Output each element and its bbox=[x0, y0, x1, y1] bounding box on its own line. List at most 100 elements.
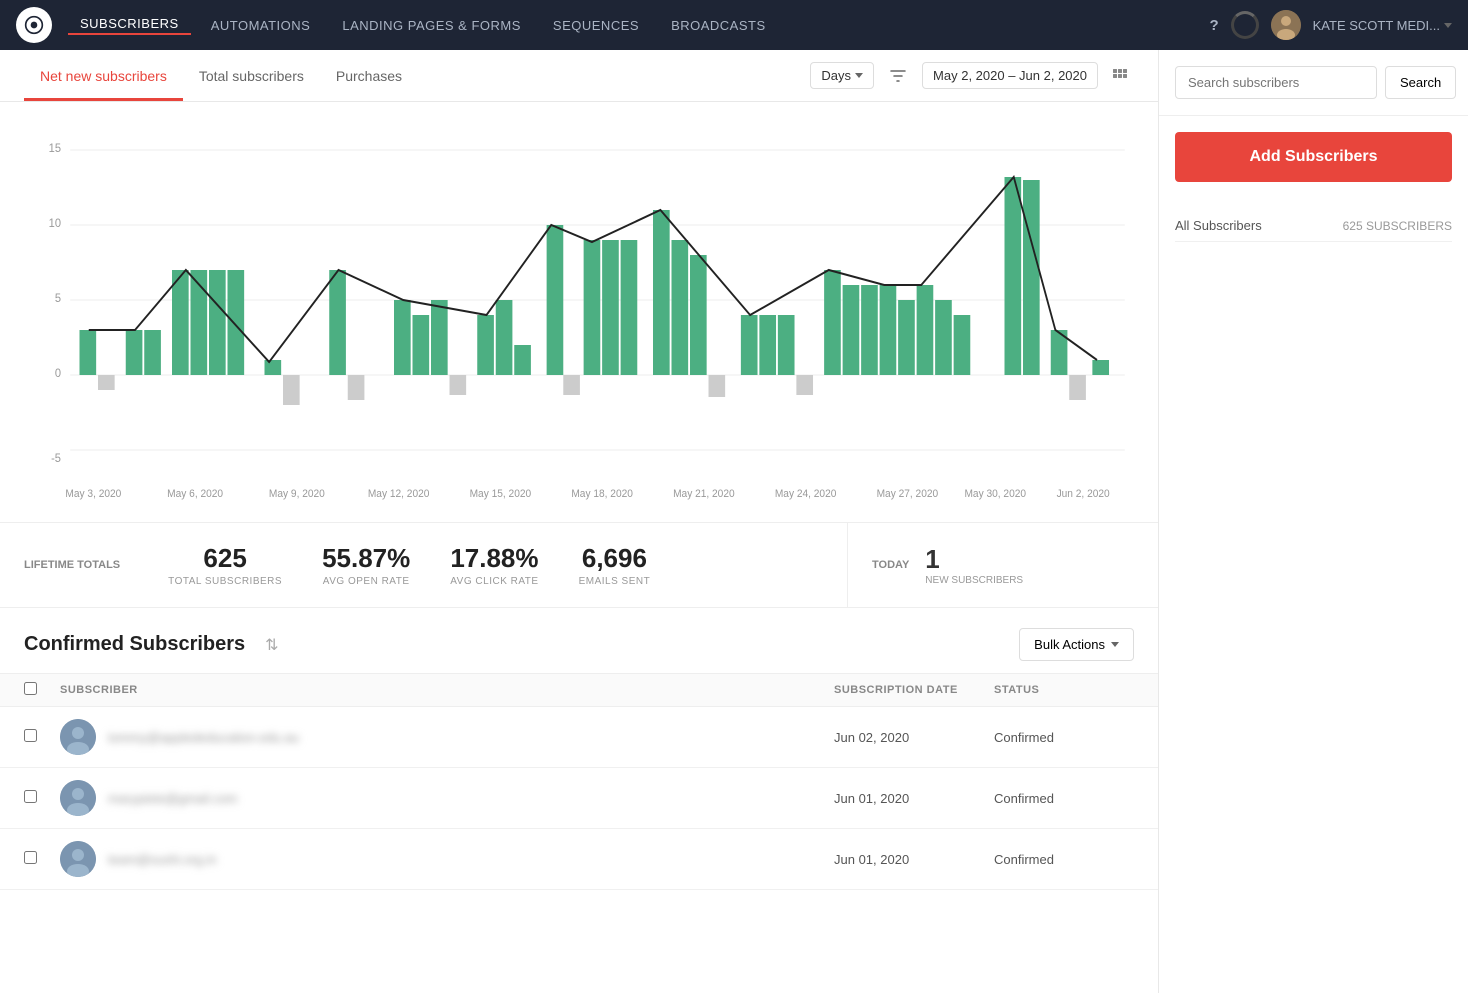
emails-sent-value: 6,696 bbox=[579, 543, 651, 574]
tab-total-subscribers[interactable]: Total subscribers bbox=[183, 50, 320, 101]
date-range-picker[interactable]: May 2, 2020 – Jun 2, 2020 bbox=[922, 62, 1098, 89]
svg-text:May 21, 2020: May 21, 2020 bbox=[673, 488, 735, 500]
today-label: TODAY bbox=[872, 559, 909, 571]
nav-item-landing-pages[interactable]: LANDING PAGES & FORMS bbox=[330, 18, 533, 33]
tabs-controls: Days May 2, 2020 – Jun 2, 2020 bbox=[810, 60, 1134, 92]
row-3-avatar bbox=[60, 841, 96, 877]
svg-text:May 24, 2020: May 24, 2020 bbox=[775, 488, 837, 500]
today-sub-label: NEW SUBSCRIBERS bbox=[925, 575, 1023, 586]
row-1-checkbox[interactable] bbox=[24, 729, 37, 742]
tab-purchases[interactable]: Purchases bbox=[320, 50, 418, 101]
total-subscribers-label: TOTAL SUBSCRIBERS bbox=[168, 576, 282, 587]
lifetime-stats: LIFETIME TOTALS 625 TOTAL SUBSCRIBERS 55… bbox=[0, 523, 848, 607]
search-section: Search bbox=[1159, 50, 1468, 116]
total-subscribers-stat: 625 TOTAL SUBSCRIBERS bbox=[168, 543, 282, 587]
chevron-down-icon bbox=[855, 73, 863, 78]
lifetime-totals-label: LIFETIME TOTALS bbox=[24, 559, 120, 571]
add-subscribers-button[interactable]: Add Subscribers bbox=[1175, 132, 1452, 182]
subscribers-table: Confirmed Subscribers ⇅ Bulk Actions SUB… bbox=[0, 608, 1158, 890]
svg-text:10: 10 bbox=[49, 218, 61, 230]
today-count-section: 1 NEW SUBSCRIBERS bbox=[925, 544, 1023, 586]
svg-text:-5: -5 bbox=[51, 453, 61, 465]
subscriber-col-header: SUBSCRIBER bbox=[60, 684, 834, 696]
row-checkbox-3 bbox=[24, 851, 60, 867]
loading-indicator bbox=[1231, 11, 1259, 39]
date-menu-button[interactable] bbox=[1106, 62, 1134, 90]
table-title: Confirmed Subscribers bbox=[24, 633, 245, 656]
avg-click-rate-stat: 17.88% AVG CLICK RATE bbox=[450, 543, 538, 587]
sort-icon[interactable]: ⇅ bbox=[265, 635, 278, 655]
nav-right: ? KATE SCOTT MEDI... bbox=[1209, 10, 1452, 40]
select-all-checkbox[interactable] bbox=[24, 682, 37, 695]
tabs-bar: Net new subscribers Total subscribers Pu… bbox=[0, 50, 1158, 102]
row-1-status: Confirmed bbox=[994, 730, 1134, 745]
logo[interactable] bbox=[16, 7, 52, 43]
svg-text:May 12, 2020: May 12, 2020 bbox=[368, 488, 430, 500]
row-1-avatar bbox=[60, 719, 96, 755]
stats-row: LIFETIME TOTALS 625 TOTAL SUBSCRIBERS 55… bbox=[0, 523, 1158, 608]
days-dropdown[interactable]: Days bbox=[810, 62, 874, 89]
bulk-actions-button[interactable]: Bulk Actions bbox=[1019, 628, 1134, 661]
tab-net-new-subscribers[interactable]: Net new subscribers bbox=[24, 50, 183, 101]
right-panel: Search Add Subscribers All Subscribers 6… bbox=[1158, 50, 1468, 993]
row-2-email[interactable]: marypiete@gmail.com bbox=[108, 791, 834, 806]
filter-button[interactable] bbox=[882, 60, 914, 92]
chevron-down-icon bbox=[1444, 23, 1452, 28]
avg-open-rate-label: AVG OPEN RATE bbox=[322, 576, 410, 587]
svg-text:15: 15 bbox=[49, 143, 61, 155]
svg-text:May 6, 2020: May 6, 2020 bbox=[167, 488, 223, 500]
main-container: Net new subscribers Total subscribers Pu… bbox=[0, 50, 1468, 993]
row-3-checkbox[interactable] bbox=[24, 851, 37, 864]
search-input[interactable] bbox=[1175, 66, 1377, 99]
status-col-header: STATUS bbox=[994, 684, 1134, 696]
row-checkbox-1 bbox=[24, 729, 60, 745]
avg-open-rate-value: 55.87% bbox=[322, 543, 410, 574]
all-subscribers-row: All Subscribers 625 SUBSCRIBERS bbox=[1175, 210, 1452, 242]
row-1-date: Jun 02, 2020 bbox=[834, 730, 994, 745]
user-menu[interactable]: KATE SCOTT MEDI... bbox=[1313, 18, 1452, 33]
table-row: team@sushi.org.in Jun 01, 2020 Confirmed bbox=[0, 829, 1158, 890]
row-3-email[interactable]: team@sushi.org.in bbox=[108, 852, 834, 867]
today-section: TODAY bbox=[872, 559, 909, 571]
table-row: tommy@applededucation.edu.au Jun 02, 202… bbox=[0, 707, 1158, 768]
nav-item-broadcasts[interactable]: BROADCASTS bbox=[659, 18, 778, 33]
table-header: Confirmed Subscribers ⇅ Bulk Actions bbox=[0, 608, 1158, 673]
today-stats: TODAY 1 NEW SUBSCRIBERS bbox=[848, 524, 1158, 606]
svg-text:Jun 2, 2020: Jun 2, 2020 bbox=[1057, 488, 1110, 500]
svg-text:May 15, 2020: May 15, 2020 bbox=[470, 488, 532, 500]
all-subscribers-label: All Subscribers bbox=[1175, 218, 1262, 233]
row-2-date: Jun 01, 2020 bbox=[834, 791, 994, 806]
navigation: SUBSCRIBERS AUTOMATIONS LANDING PAGES & … bbox=[0, 0, 1468, 50]
svg-text:May 27, 2020: May 27, 2020 bbox=[877, 488, 939, 500]
days-label: Days bbox=[821, 68, 851, 83]
svg-text:May 30, 2020: May 30, 2020 bbox=[964, 488, 1026, 500]
search-button[interactable]: Search bbox=[1385, 66, 1456, 99]
help-button[interactable]: ? bbox=[1209, 17, 1218, 34]
row-1-email[interactable]: tommy@applededucation.edu.au bbox=[108, 730, 834, 745]
svg-text:May 3, 2020: May 3, 2020 bbox=[65, 488, 121, 500]
avg-click-rate-label: AVG CLICK RATE bbox=[450, 576, 538, 587]
svg-text:5: 5 bbox=[55, 293, 61, 305]
nav-item-sequences[interactable]: SEQUENCES bbox=[541, 18, 651, 33]
row-checkbox-2 bbox=[24, 790, 60, 806]
chart-svg: 15 10 5 0 -5 bbox=[24, 122, 1134, 502]
chevron-down-icon bbox=[1111, 642, 1119, 647]
bar bbox=[80, 330, 97, 375]
avg-click-rate-value: 17.88% bbox=[450, 543, 538, 574]
row-2-checkbox[interactable] bbox=[24, 790, 37, 803]
date-range-value: May 2, 2020 – Jun 2, 2020 bbox=[933, 68, 1087, 83]
bulk-actions-label: Bulk Actions bbox=[1034, 637, 1105, 652]
table-row: marypiete@gmail.com Jun 01, 2020 Confirm… bbox=[0, 768, 1158, 829]
svg-text:0: 0 bbox=[55, 368, 61, 380]
chart-container: 15 10 5 0 -5 bbox=[24, 122, 1134, 502]
nav-item-subscribers[interactable]: SUBSCRIBERS bbox=[68, 16, 191, 35]
svg-text:May 18, 2020: May 18, 2020 bbox=[571, 488, 633, 500]
bar-neg bbox=[98, 375, 115, 390]
chart-area: 15 10 5 0 -5 bbox=[0, 102, 1158, 523]
date-col-header: SUBSCRIPTION DATE bbox=[834, 684, 994, 696]
row-2-avatar bbox=[60, 780, 96, 816]
avatar[interactable] bbox=[1271, 10, 1301, 40]
row-2-status: Confirmed bbox=[994, 791, 1134, 806]
svg-text:May 9, 2020: May 9, 2020 bbox=[269, 488, 325, 500]
nav-item-automations[interactable]: AUTOMATIONS bbox=[199, 18, 323, 33]
